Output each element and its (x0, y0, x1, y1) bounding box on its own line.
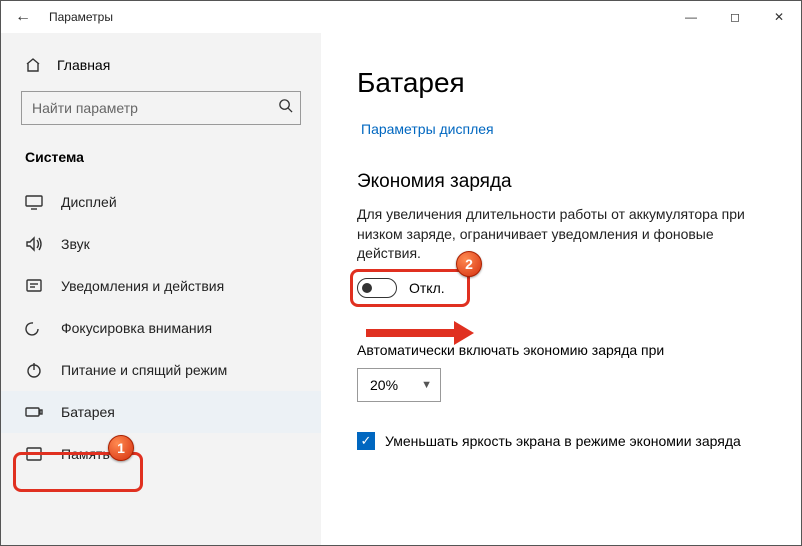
search-wrap (21, 91, 301, 125)
window-controls: — ◻ ✕ (669, 1, 801, 33)
auto-enable-value: 20% (370, 377, 398, 393)
sidebar-item-notifications[interactable]: Уведомления и действия (1, 265, 321, 307)
search-input[interactable] (21, 91, 301, 125)
battery-saver-toggle-row: Откл. (357, 278, 773, 298)
display-icon (25, 193, 43, 211)
sidebar-item-storage[interactable]: Память (1, 433, 321, 475)
section-title-battery-saver: Экономия заряда (357, 171, 773, 193)
focus-icon (25, 319, 43, 337)
home-icon (25, 57, 41, 73)
toggle-knob (362, 283, 372, 293)
sidebar-item-sound[interactable]: Звук (1, 223, 321, 265)
titlebar: ← Параметры — ◻ ✕ (1, 1, 801, 33)
sidebar-item-focus[interactable]: Фокусировка внимания (1, 307, 321, 349)
battery-saver-toggle[interactable] (357, 278, 397, 298)
close-button[interactable]: ✕ (757, 1, 801, 33)
window-body: Главная Система Дисплей Звук (1, 33, 801, 545)
titlebar-left: ← Параметры (15, 8, 113, 26)
settings-window: ← Параметры — ◻ ✕ Главная Система (0, 0, 802, 546)
sidebar: Главная Система Дисплей Звук (1, 33, 321, 545)
lower-brightness-checkbox[interactable]: ✓ (357, 432, 375, 450)
back-button[interactable]: ← (15, 8, 31, 26)
power-icon (25, 361, 43, 379)
search-icon (278, 98, 293, 118)
sidebar-item-label: Питание и спящий режим (61, 362, 227, 378)
notifications-icon (25, 277, 43, 295)
sidebar-item-label: Звук (61, 236, 90, 252)
battery-icon (25, 403, 43, 421)
lower-brightness-row: ✓ Уменьшать яркость экрана в режиме экон… (357, 432, 773, 450)
maximize-button[interactable]: ◻ (713, 1, 757, 33)
nav-home[interactable]: Главная (1, 49, 321, 85)
auto-enable-select[interactable]: 20% ▼ (357, 368, 441, 402)
sidebar-item-battery[interactable]: Батарея (1, 391, 321, 433)
sidebar-item-label: Память (61, 446, 110, 462)
sidebar-item-power[interactable]: Питание и спящий режим (1, 349, 321, 391)
sidebar-nav: Дисплей Звук Уведомления и действия Фоку… (1, 181, 321, 475)
display-settings-link[interactable]: Параметры дисплея (361, 121, 494, 137)
sound-icon (25, 235, 43, 253)
main-content: Батарея Параметры дисплея Экономия заряд… (321, 33, 801, 545)
sidebar-item-label: Батарея (61, 404, 115, 420)
battery-saver-description: Для увеличения длительности работы от ак… (357, 205, 773, 264)
window-title: Параметры (49, 10, 113, 24)
sidebar-item-label: Дисплей (61, 194, 117, 210)
sidebar-item-label: Уведомления и действия (61, 278, 224, 294)
minimize-button[interactable]: — (669, 1, 713, 33)
sidebar-item-label: Фокусировка внимания (61, 320, 212, 336)
storage-icon (25, 445, 43, 463)
page-title: Батарея (357, 67, 773, 99)
lower-brightness-label: Уменьшать яркость экрана в режиме эконом… (385, 433, 741, 449)
nav-home-label: Главная (57, 57, 110, 73)
auto-enable-label: Автоматически включать экономию заряда п… (357, 342, 773, 358)
sidebar-group-label: Система (1, 139, 321, 175)
chevron-down-icon: ▼ (421, 379, 432, 391)
battery-saver-toggle-label: Откл. (409, 280, 445, 296)
sidebar-item-display[interactable]: Дисплей (1, 181, 321, 223)
